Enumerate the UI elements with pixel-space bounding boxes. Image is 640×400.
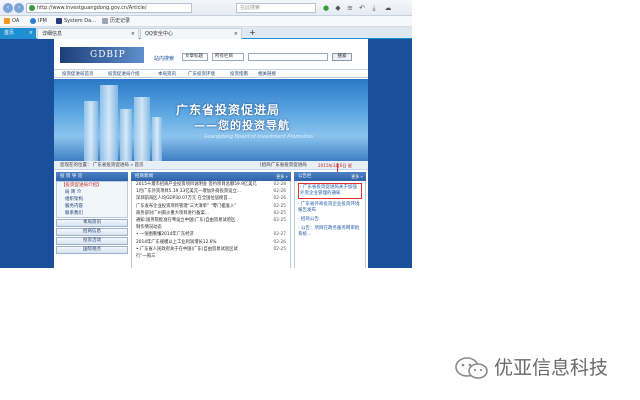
page-viewport: GDBIP 站内搜索 文章标题 所有栏目 搜索 投资促进局首页 投资促进局介绍 … [0,39,412,268]
main-menu: 投资促进局首页 投资促进局介绍 本局资讯 广东投资环境 投资指南 相关链接 [54,69,368,78]
news-item[interactable]: • 广东省人民政府关于在中国(广东)自由贸易试验区试 02-25 [132,246,290,253]
tab-bar: 首页 × 详细信息 × QQ安全中心 × + [0,27,412,39]
building-graphic [120,109,132,161]
news-item[interactable]: 2015十堰市招商产业投资项目说明会 签约项目总额59.9亿美元 02-28 [132,181,290,188]
notice-item[interactable]: · 广东省外商投资企业投资环境报告发布 [298,202,362,214]
news-panel: 招商新闻 更多 » 2015十堰市招商产业投资项目说明会 签约项目总额59.9亿… [131,172,291,268]
notice-more-link[interactable]: 更多 » [351,172,363,181]
breadcrumb-text: 您现在的位置： 广东省投资促进局 » 首页 [60,163,144,168]
news-item[interactable]: 商务部对广州南沙重大项目进行备案... 02-25 [132,210,290,217]
extension-icon[interactable]: ● [322,4,330,12]
crumb-link[interactable]: [招商广东省投资促进局 [260,161,307,170]
menu-item[interactable]: 相关链接 [258,71,276,78]
notice-item-highlighted[interactable]: · 广东省投资促进局关于加强外资企业管理的通知 [298,183,362,199]
system-icon [56,18,62,24]
news-item[interactable]: 广东发布企业投资项目管理“三大清单” “零门槛准入” 02-25 [132,203,290,210]
news-item[interactable]: 1月广东外资项目5.19.33亿美元一增加外商投资设立... 02-26 [132,188,290,195]
menu-item[interactable]: 广东投资环境 [188,71,215,78]
favorites-bar: OA IPM System Da... 历史记录 [0,16,412,27]
games-icon[interactable]: ◆ [334,4,342,12]
screenshot-frame: ‹ › http://www.investguangdong.gov.cn/Ar… [0,0,412,268]
globe-icon [30,18,36,24]
favorite-item[interactable]: IPM [30,17,47,26]
menu-item[interactable]: 投资促进局首页 [62,71,94,78]
left-nav-item[interactable]: 组织架构 [57,196,127,203]
news-more-link[interactable]: 更多 » [276,172,288,181]
site-search-label: 站内搜索 [154,56,175,62]
favorite-item[interactable]: 历史记录 [102,17,130,26]
news-item[interactable]: 通知:国务院批准在粤设立中国(广东)自由贸易试验区 02-25 [132,217,290,224]
site-header: GDBIP 站内搜索 文章标题 所有栏目 搜索 [54,39,368,68]
news-item[interactable]: • 一张图看懂2014年广东经济 02-27 [132,231,290,238]
url-text: http://www.investguangdong.gov.cn/Articl… [37,5,147,11]
tab-detail[interactable]: 详细信息 × [37,28,139,39]
new-tab-button[interactable]: + [245,28,257,39]
banner-english: Guangdong Board of Investment Promotion [204,134,313,140]
browser-search-input[interactable]: 在此搜索 [236,3,316,13]
news-header: 招商新闻 更多 » [131,172,291,181]
download-icon[interactable]: ⤓ [370,4,378,12]
building-graphic [134,97,150,161]
left-nav-item[interactable]: 局 简 介 [57,189,127,196]
favorite-item[interactable]: System Da... [56,17,96,26]
date-text: 2015年3月6日 星 [318,163,353,168]
banner-title: 广东省投资促进局 [176,103,281,117]
site-logo[interactable]: GDBIP [60,47,144,63]
back-icon[interactable]: ‹ [3,3,13,13]
left-nav-item[interactable]: 联系我们 [57,210,127,217]
cloud-icon[interactable]: ☁ [384,4,392,12]
building-graphic [152,117,162,161]
search-category-select[interactable]: 所有栏目 [212,53,244,61]
left-nav-list: 【投资促进局介绍】 局 简 介 组织架构 服务内容 联系我们 [56,181,128,218]
hero-banner: 广东省投资促进局 ——您的投资导航 Guangdong Board of Inv… [54,79,368,161]
news-item[interactable]: 行“一照三 [132,253,290,260]
menu-item[interactable]: 投资促进局介绍 [108,71,140,78]
site-container: GDBIP 站内搜索 文章标题 所有栏目 搜索 投资促进局首页 投资促进局介绍 … [54,39,368,268]
history-icon [102,18,108,24]
left-nav-item[interactable]: 服务内容 [57,203,127,210]
news-item[interactable]: 2014年广东规模以上工业利润增长12.6% 02-26 [132,239,290,246]
news-item[interactable]: 深圳前海区人均GDP30.07万元 在全国位居榜首... 02-26 [132,195,290,202]
notice-item[interactable]: · 招商公告 [298,217,362,223]
notice-panel: 公告栏 更多 » · 广东省投资促进局关于加强外资企业管理的通知 · 广东省外商… [294,172,366,268]
news-list: 2015十堰市招商产业投资项目说明会 签约项目总额59.9亿美元 02-28 1月… [131,181,291,268]
url-input[interactable]: http://www.investguangdong.gov.cn/Articl… [26,3,192,13]
news-item[interactable]: 制作情况动态 [132,224,290,231]
oa-icon [4,18,10,24]
left-nav-button[interactable]: 国际视点 [56,246,128,254]
building-graphic [100,85,118,161]
left-nav-button[interactable]: 招商信息 [56,228,128,236]
tab-home[interactable]: 首页 × [0,28,36,39]
left-nav-button[interactable]: 投资活动 [56,237,128,245]
left-box-header: 投 资 导 览 [56,172,128,181]
favorite-item[interactable]: OA [4,17,19,26]
wechat-icon [455,357,488,379]
tab-qq-security[interactable]: QQ安全中心 × [140,28,242,39]
notice-item[interactable]: · 公告：项目在政务服务网审批系统... [298,226,362,238]
menu-item[interactable]: 本局资讯 [158,71,176,78]
forward-icon[interactable]: › [14,3,24,13]
site-icon [29,5,35,11]
left-nav-panel: 投 资 导 览 【投资促进局介绍】 局 简 介 组织架构 服务内容 联系我们 本… [56,172,128,268]
banner-subtitle: ——您的投资导航 [194,119,290,132]
building-graphic [84,101,98,161]
notice-header: 公告栏 更多 » [294,172,366,181]
left-nav-item[interactable]: 【投资促进局介绍】 [57,182,127,189]
search-field-select[interactable]: 文章标题 [182,53,208,61]
notice-list: · 广东省投资促进局关于加强外资企业管理的通知 · 广东省外商投资企业投资环境报… [294,181,366,268]
left-nav-button[interactable]: 本局资讯 [56,219,128,227]
watermark-text: 优亚信息科技 [494,357,609,379]
undo-icon[interactable]: ↶ [358,4,366,12]
address-bar: ‹ › http://www.investguangdong.gov.cn/Ar… [0,0,412,16]
site-search-input[interactable] [248,53,328,61]
menu-icon[interactable]: ≡ [346,4,354,12]
site-search-button[interactable]: 搜索 [332,53,352,61]
close-icon[interactable]: × [29,28,33,39]
menu-item[interactable]: 投资指南 [230,71,248,78]
